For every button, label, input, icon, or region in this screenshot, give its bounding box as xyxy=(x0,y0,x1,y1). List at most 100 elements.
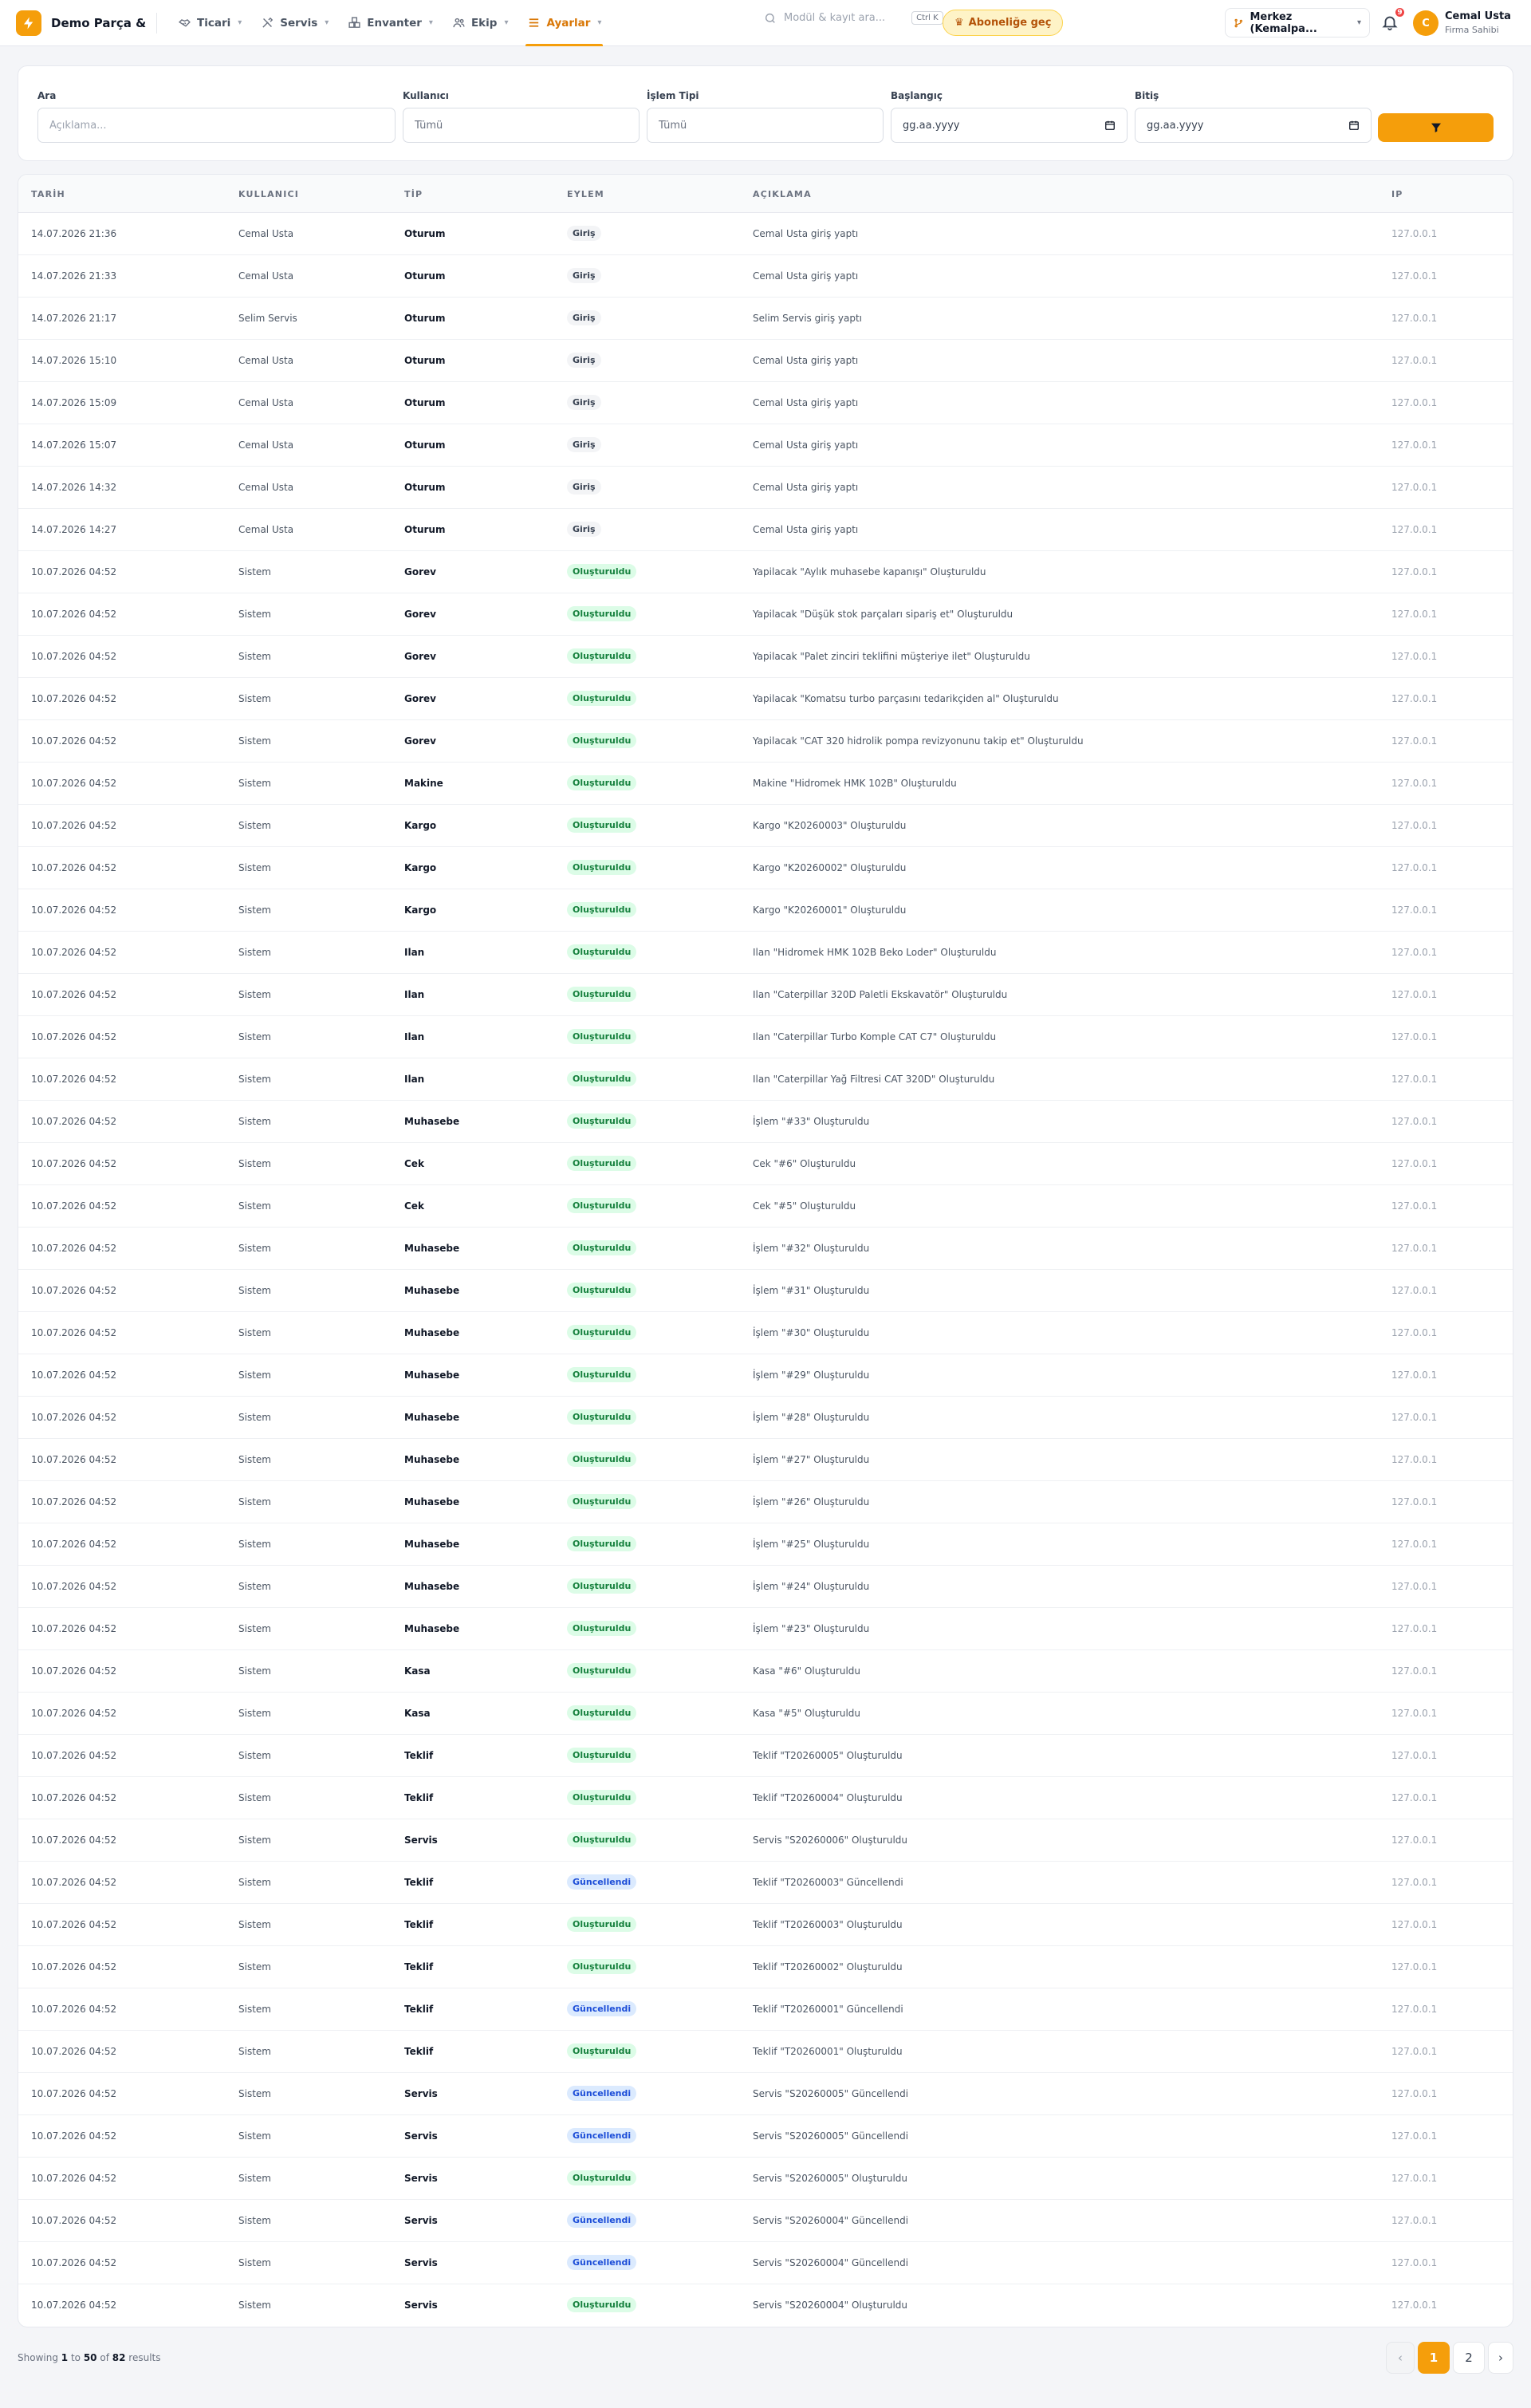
row-date: 10.07.2026 04:52 xyxy=(31,1792,117,1803)
table-row[interactable]: 10.07.2026 04:52 Sistem Teklif Oluşturuldu T… xyxy=(18,1904,1513,1946)
table-row[interactable]: 10.07.2026 04:52 Sistem Cek Oluşturuldu Cek … xyxy=(18,1185,1513,1228)
row-user: Cemal Usta xyxy=(238,228,294,239)
table-row[interactable]: 10.07.2026 04:52 Sistem Muhasebe Oluşturuld… xyxy=(18,1270,1513,1312)
table-row[interactable]: 10.07.2026 04:52 Sistem Servis Güncellendi S… xyxy=(18,2200,1513,2242)
table-row[interactable]: 14.07.2026 21:36 Cemal Usta Oturum Giriş Cem… xyxy=(18,213,1513,255)
start-date-input[interactable]: gg.aa.yyyy xyxy=(891,108,1128,143)
row-action-cell: Giriş xyxy=(567,226,601,241)
column-header-user[interactable]: KULLANICI xyxy=(238,189,299,199)
row-type: Muhasebe xyxy=(404,1327,460,1338)
table-row[interactable]: 10.07.2026 04:52 Sistem Gorev Oluşturuldu Ya… xyxy=(18,720,1513,763)
table-row[interactable]: 14.07.2026 15:07 Cemal Usta Oturum Giriş Cem… xyxy=(18,424,1513,467)
table-row[interactable]: 10.07.2026 04:52 Sistem Cek Oluşturuldu Cek … xyxy=(18,1143,1513,1185)
table-row[interactable]: 10.07.2026 04:52 Sistem Muhasebe Oluşturuld… xyxy=(18,1481,1513,1523)
nav-envanter[interactable]: Envanter ▾ xyxy=(338,0,443,46)
table-row[interactable]: 10.07.2026 04:52 Sistem Servis Oluşturuldu S… xyxy=(18,2158,1513,2200)
table-row[interactable]: 10.07.2026 04:52 Sistem Ilan Oluşturuldu Ila… xyxy=(18,1016,1513,1058)
table-row[interactable]: 10.07.2026 04:52 Sistem Teklif Oluşturuldu T… xyxy=(18,1946,1513,1988)
end-date-input[interactable]: gg.aa.yyyy xyxy=(1135,108,1372,143)
bolt-icon[interactable] xyxy=(16,10,41,36)
row-ip: 127.0.0.1 xyxy=(1391,1835,1438,1846)
table-row[interactable]: 10.07.2026 04:52 Sistem Makine Oluşturuldu M… xyxy=(18,763,1513,805)
table-row[interactable]: 10.07.2026 04:52 Sistem Muhasebe Oluşturuld… xyxy=(18,1566,1513,1608)
table-row[interactable]: 14.07.2026 14:27 Cemal Usta Oturum Giriş Cem… xyxy=(18,509,1513,551)
nav-ayarlar[interactable]: Ayarlar ▾ xyxy=(518,0,611,46)
user-filter-value: Tümü xyxy=(415,119,443,132)
table-row[interactable]: 10.07.2026 04:52 Sistem Teklif Güncellendi T… xyxy=(18,1988,1513,2031)
type-filter-select[interactable]: Tümü xyxy=(647,108,884,143)
table-row[interactable]: 10.07.2026 04:52 Sistem Gorev Oluşturuldu Ya… xyxy=(18,636,1513,678)
table-row[interactable]: 10.07.2026 04:52 Sistem Teklif Güncellendi T… xyxy=(18,1862,1513,1904)
prev-page-button[interactable]: ‹ xyxy=(1386,2342,1415,2374)
row-action-cell: Oluşturuldu xyxy=(567,1536,637,1551)
column-header-action[interactable]: EYLEM xyxy=(567,189,604,199)
nav-ticari[interactable]: Ticari ▾ xyxy=(168,0,251,46)
brand-name[interactable]: Demo Parça & ... xyxy=(51,16,150,30)
row-ip: 127.0.0.1 xyxy=(1391,609,1438,620)
row-description: İşlem "#31" Oluşturuldu xyxy=(753,1285,870,1296)
table-row[interactable]: 10.07.2026 04:52 Sistem Muhasebe Oluşturuld… xyxy=(18,1101,1513,1143)
table-row[interactable]: 14.07.2026 15:09 Cemal Usta Oturum Giriş Cem… xyxy=(18,382,1513,424)
column-header-type[interactable]: TİP xyxy=(404,189,423,199)
user-role: Firma Sahibi xyxy=(1445,25,1499,35)
row-type: Servis xyxy=(404,2173,438,2184)
row-user: Sistem xyxy=(238,778,271,789)
table-row[interactable]: 10.07.2026 04:52 Sistem Ilan Oluşturuldu Ila… xyxy=(18,932,1513,974)
table-row[interactable]: 14.07.2026 15:10 Cemal Usta Oturum Giriş Cem… xyxy=(18,340,1513,382)
table-row[interactable]: 10.07.2026 04:52 Sistem Ilan Oluşturuldu Ila… xyxy=(18,1058,1513,1101)
table-row[interactable]: 10.07.2026 04:52 Sistem Servis Oluşturuldu S… xyxy=(18,1819,1513,1862)
table-row[interactable]: 10.07.2026 04:52 Sistem Servis Oluşturuldu S… xyxy=(18,2284,1513,2327)
table-row[interactable]: 10.07.2026 04:52 Sistem Servis Güncellendi S… xyxy=(18,2242,1513,2284)
table-row[interactable]: 10.07.2026 04:52 Sistem Muhasebe Oluşturuld… xyxy=(18,1354,1513,1397)
calendar-icon[interactable] xyxy=(1348,120,1360,131)
column-header-date[interactable]: TARİH xyxy=(31,189,65,199)
users-icon xyxy=(453,18,465,28)
avatar[interactable]: C xyxy=(1413,10,1439,36)
table-row[interactable]: 14.07.2026 21:33 Cemal Usta Oturum Giriş Cem… xyxy=(18,255,1513,298)
table-row[interactable]: 10.07.2026 04:52 Sistem Servis Güncellendi S… xyxy=(18,2073,1513,2115)
row-description: Yapilacak "Komatsu turbo parçasını tedar… xyxy=(753,693,1059,704)
table-row[interactable]: 10.07.2026 04:52 Sistem Teklif Oluşturuldu T… xyxy=(18,2031,1513,2073)
branch-selector[interactable]: Merkez (Kemalpa... ▾ xyxy=(1225,8,1370,37)
user-name[interactable]: Cemal Usta xyxy=(1445,10,1511,22)
table-row[interactable]: 10.07.2026 04:52 Sistem Teklif Oluşturuldu T… xyxy=(18,1777,1513,1819)
table-row[interactable]: 10.07.2026 04:52 Sistem Gorev Oluşturuldu Ya… xyxy=(18,551,1513,593)
nav-servis[interactable]: Servis ▾ xyxy=(251,0,338,46)
user-filter-select[interactable]: Tümü xyxy=(403,108,640,143)
subscribe-button[interactable]: ♛ Aboneliğe geç xyxy=(943,10,1064,36)
row-user: Sistem xyxy=(238,820,271,831)
row-action-cell: Oluşturuldu xyxy=(567,1071,637,1086)
table-row[interactable]: 10.07.2026 04:52 Sistem Kasa Oluşturuldu Kas… xyxy=(18,1693,1513,1735)
row-user: Sistem xyxy=(238,651,271,662)
table-row[interactable]: 10.07.2026 04:52 Sistem Kargo Oluşturuldu Ka… xyxy=(18,889,1513,932)
description-search-input[interactable]: Açıklama... xyxy=(37,108,396,143)
table-row[interactable]: 10.07.2026 04:52 Sistem Muhasebe Oluşturuld… xyxy=(18,1312,1513,1354)
table-row[interactable]: 10.07.2026 04:52 Sistem Muhasebe Oluşturuld… xyxy=(18,1608,1513,1650)
column-header-ip[interactable]: IP xyxy=(1391,189,1403,199)
apply-filter-button[interactable] xyxy=(1378,113,1494,142)
column-header-description[interactable]: AÇIKLAMA xyxy=(753,189,812,199)
table-row[interactable]: 10.07.2026 04:52 Sistem Gorev Oluşturuldu Ya… xyxy=(18,593,1513,636)
table-row[interactable]: 10.07.2026 04:52 Sistem Kargo Oluşturuldu Ka… xyxy=(18,805,1513,847)
table-row[interactable]: 10.07.2026 04:52 Sistem Servis Güncellendi S… xyxy=(18,2115,1513,2158)
handshake-icon xyxy=(178,19,191,27)
row-user: Cemal Usta xyxy=(238,439,294,451)
page-1-button[interactable]: 1 xyxy=(1418,2342,1450,2374)
table-row[interactable]: 10.07.2026 04:52 Sistem Muhasebe Oluşturuld… xyxy=(18,1397,1513,1439)
calendar-icon[interactable] xyxy=(1104,120,1116,131)
table-row[interactable]: 10.07.2026 04:52 Sistem Teklif Oluşturuldu T… xyxy=(18,1735,1513,1777)
table-row[interactable]: 14.07.2026 14:32 Cemal Usta Oturum Giriş Cem… xyxy=(18,467,1513,509)
page-2-button[interactable]: 2 xyxy=(1453,2342,1485,2374)
table-row[interactable]: 10.07.2026 04:52 Sistem Kargo Oluşturuldu Ka… xyxy=(18,847,1513,889)
next-page-button[interactable]: › xyxy=(1488,2342,1513,2374)
nav-ekip[interactable]: Ekip ▾ xyxy=(443,0,518,46)
table-row[interactable]: 10.07.2026 04:52 Sistem Ilan Oluşturuldu Ila… xyxy=(18,974,1513,1016)
global-search[interactable]: Modül & kayıt ara... Ctrl K xyxy=(764,11,943,25)
status-badge: Giriş xyxy=(567,353,601,368)
table-row[interactable]: 10.07.2026 04:52 Sistem Kasa Oluşturuldu Kas… xyxy=(18,1650,1513,1693)
table-row[interactable]: 10.07.2026 04:52 Sistem Muhasebe Oluşturuld… xyxy=(18,1228,1513,1270)
table-row[interactable]: 10.07.2026 04:52 Sistem Muhasebe Oluşturuld… xyxy=(18,1439,1513,1481)
table-row[interactable]: 10.07.2026 04:52 Sistem Gorev Oluşturuldu Ya… xyxy=(18,678,1513,720)
table-row[interactable]: 10.07.2026 04:52 Sistem Muhasebe Oluşturuld… xyxy=(18,1523,1513,1566)
table-row[interactable]: 14.07.2026 21:17 Selim Servis Oturum Giriş S… xyxy=(18,298,1513,340)
